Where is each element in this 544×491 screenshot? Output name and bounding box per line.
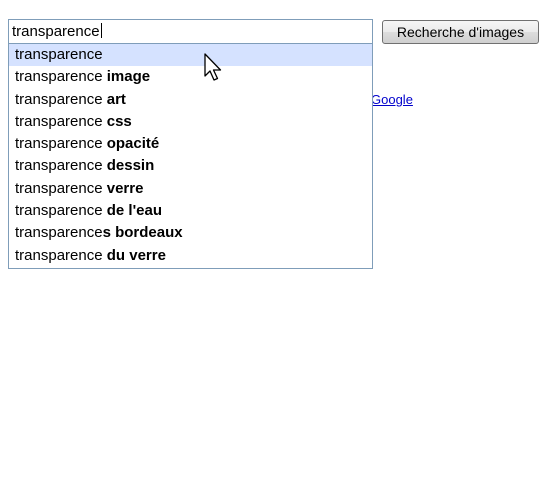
search-page: transparence Recherche d'images Google t…	[0, 0, 544, 491]
suggestion-item[interactable]: transparence art	[9, 89, 372, 111]
suggestion-item[interactable]: transparence image	[9, 66, 372, 88]
suggestion-suffix: dessin	[106, 157, 155, 175]
google-link[interactable]: Google	[371, 92, 413, 107]
suggestion-prefix: transparence	[15, 202, 107, 220]
suggestion-item[interactable]: transparence verre	[9, 178, 372, 200]
suggestion-item[interactable]: transparence de l'eau	[9, 200, 372, 222]
suggestion-item[interactable]: transparence css	[9, 111, 372, 133]
suggestion-item[interactable]: transparence	[9, 44, 372, 67]
suggestion-item[interactable]: transparence dessin	[9, 155, 372, 177]
suggestion-suffix: s bordeaux	[102, 224, 183, 242]
suggestion-prefix: transparence	[15, 157, 107, 175]
autocomplete-dropdown: transparence transparence image transpar…	[8, 44, 373, 269]
suggestion-prefix: transparence	[15, 135, 107, 153]
text-caret	[100, 23, 102, 38]
suggestion-item[interactable]: transparence du verre	[9, 245, 372, 267]
suggestion-prefix: transparence	[15, 46, 103, 63]
suggestion-suffix: de l'eau	[106, 202, 162, 220]
suggestion-suffix: verre	[106, 179, 144, 197]
mouse-pointer-icon	[204, 53, 222, 81]
suggestion-prefix: transparence	[15, 224, 103, 242]
suggestion-item[interactable]: transparences bordeaux	[9, 222, 372, 244]
suggestion-item[interactable]: transparence opacité	[9, 133, 372, 155]
suggestion-suffix: css	[106, 112, 132, 130]
suggestion-suffix: image	[106, 68, 151, 86]
suggestion-prefix: transparence	[15, 246, 107, 264]
suggestion-suffix: du verre	[106, 246, 166, 264]
suggestion-prefix: transparence	[15, 90, 107, 108]
search-input[interactable]: transparence	[8, 19, 373, 44]
image-search-button[interactable]: Recherche d'images	[382, 20, 539, 44]
suggestion-suffix: opacité	[106, 135, 160, 153]
suggestion-suffix: art	[106, 90, 126, 108]
suggestion-prefix: transparence	[15, 179, 107, 197]
search-input-value: transparence	[12, 23, 100, 40]
suggestion-prefix: transparence	[15, 112, 107, 130]
suggestion-prefix: transparence	[15, 68, 107, 86]
